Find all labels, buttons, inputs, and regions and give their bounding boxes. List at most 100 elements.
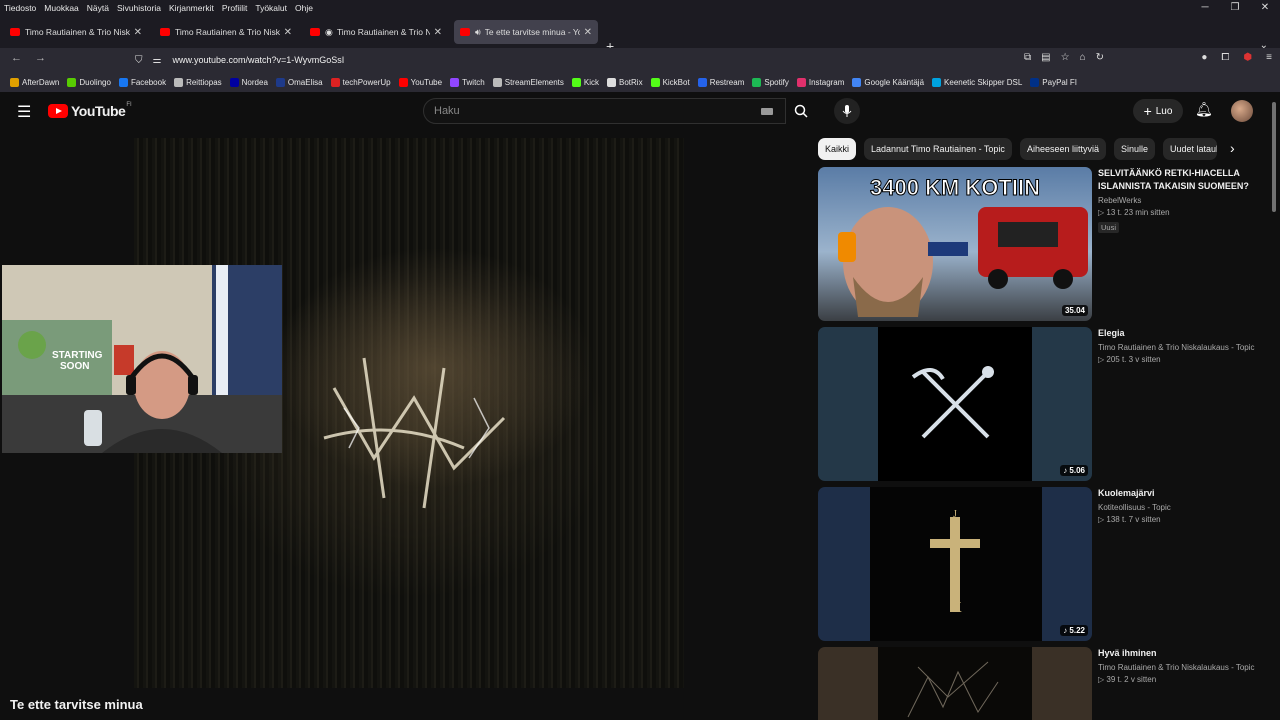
menu-history[interactable]: Sivuhistoria [113, 3, 165, 13]
speaker-icon[interactable]: 🔊︎ [475, 27, 481, 38]
bookmark-label: Twitch [462, 77, 485, 87]
browser-tab[interactable]: Timo Rautiainen & Trio Niskalaukaus ✕ [4, 20, 148, 44]
ublock-icon[interactable]: ⬢ [1243, 52, 1252, 63]
close-tab-icon[interactable]: ✕ [434, 27, 442, 38]
chip-uploaded-by[interactable]: Ladannut Timo Rautiainen - Topic [864, 138, 1012, 160]
site-permissions-icon[interactable]: ⚌ [153, 55, 162, 66]
bookmark-star-icon[interactable]: ☆ [1061, 52, 1070, 63]
reader-view-icon[interactable]: ▤ [1041, 52, 1050, 63]
bookmark-item[interactable]: Duolingo [67, 77, 111, 87]
duration-badge: ♪ 5.22 [1060, 625, 1088, 636]
back-icon[interactable]: ← [11, 52, 22, 64]
video-meta: ▷ 138 t. 7 v sitten [1098, 515, 1161, 524]
bookmark-item[interactable]: Instagram [796, 77, 844, 87]
recommendation-item[interactable]: J k ♪ 5.22 Kuolemajärvi Kotiteollisuus -… [818, 487, 1268, 641]
video-thumbnail[interactable] [818, 647, 1092, 720]
menu-tools[interactable]: Työkalut [251, 3, 291, 13]
menu-bookmarks[interactable]: Kirjanmerkit [165, 3, 218, 13]
video-thumbnail[interactable]: 3400 KM KOTIIN 35.04 [818, 167, 1092, 321]
bookmark-favicon-icon [229, 77, 239, 87]
reload-icon[interactable]: ↻ [1096, 52, 1104, 63]
bookmark-item[interactable]: Nordea [229, 77, 268, 87]
playing-audio-icon[interactable]: ◉ [325, 27, 333, 38]
starting-text: STARTING [52, 350, 103, 361]
video-thumbnail[interactable]: J k ♪ 5.22 [818, 487, 1092, 641]
bookmark-item[interactable]: BotRix [607, 77, 643, 87]
views-age: 205 t. 3 v sitten [1106, 355, 1161, 364]
chip-for-you[interactable]: Sinulle [1113, 138, 1156, 160]
close-tab-icon[interactable]: ✕ [134, 27, 142, 38]
tab-title: Timo Rautiainen & Trio Niskalaukaus [336, 27, 430, 37]
bookmark-item[interactable]: Keenetic Skipper DSL [932, 77, 1022, 87]
recommendation-item[interactable]: Hyvä ihminen Timo Rautiainen & Trio Nisk… [818, 647, 1268, 720]
chip-related[interactable]: Aiheeseen liittyviä [1019, 138, 1106, 160]
menu-file[interactable]: Tiedosto [0, 3, 40, 13]
recommendation-item[interactable]: 3400 KM KOTIIN 35.04 SELVITÄÄNKÖ RETKI-H… [818, 167, 1268, 321]
views-age: 138 t. 7 v sitten [1106, 515, 1161, 524]
home-icon[interactable]: ⌂ [1080, 52, 1086, 63]
youtube-logo[interactable]: YouTube FI [48, 102, 132, 119]
search-input[interactable]: Haku [423, 98, 786, 124]
recommendation-title[interactable]: Elegia [1098, 327, 1268, 340]
recommendation-title[interactable]: Kuolemajärvi [1098, 487, 1268, 500]
menu-hamburger-icon[interactable]: ≡ [1266, 52, 1272, 63]
bookmark-item[interactable]: StreamElements [492, 77, 564, 87]
tab-title: Timo Rautiainen & Trio Niskalaukaus [175, 27, 280, 37]
bookmark-item[interactable]: Restream [697, 77, 744, 87]
bookmark-favicon-icon [450, 77, 460, 87]
close-window-icon[interactable]: ✕ [1250, 0, 1280, 16]
search-icon [794, 104, 808, 118]
bookmark-item[interactable]: YouTube [398, 77, 442, 87]
browser-tab[interactable]: Timo Rautiainen & Trio Niskalaukaus ✕ [154, 20, 298, 44]
notifications-bell-icon[interactable]: 🔔︎ [1195, 101, 1213, 118]
channel-name[interactable]: Timo Rautiainen & Trio Niskalaukaus - To… [1098, 663, 1268, 672]
menu-help[interactable]: Ohje [291, 3, 317, 13]
bookmark-item[interactable]: Twitch [450, 77, 485, 87]
avatar[interactable] [1231, 100, 1253, 122]
restore-icon[interactable]: ❐ [1220, 0, 1250, 16]
duration-text: 5.22 [1069, 626, 1085, 635]
close-tab-icon[interactable]: ✕ [284, 27, 292, 38]
guide-menu-icon[interactable]: ☰ [17, 102, 31, 122]
channel-name[interactable]: RebelWerks [1098, 196, 1268, 205]
channel-name[interactable]: Kotiteollisuus - Topic [1098, 503, 1268, 512]
bookmark-item[interactable]: KickBot [650, 77, 690, 87]
shield-icon[interactable]: ⛉ [135, 55, 143, 66]
bookmark-item[interactable]: techPowerUp [330, 77, 391, 87]
bookmark-item[interactable]: PayPal FI [1030, 77, 1077, 87]
minimize-icon[interactable]: ─ [1190, 0, 1220, 16]
chips-next-chevron-icon[interactable]: › [1230, 140, 1235, 156]
channel-name[interactable]: Timo Rautiainen & Trio Niskalaukaus - To… [1098, 343, 1268, 352]
forward-icon[interactable]: → [35, 52, 46, 64]
create-button[interactable]: + Luo [1133, 99, 1183, 123]
bookmark-item[interactable]: Facebook [118, 77, 166, 87]
recommendation-title[interactable]: SELVITÄÄNKÖ RETKI-HIACELLA ISLANNISTA TA… [1098, 167, 1268, 193]
browser-tab[interactable]: ◉ Timo Rautiainen & Trio Niskalaukaus ✕ [304, 20, 448, 44]
bookmark-item[interactable]: AfterDawn [10, 77, 59, 87]
recommendation-title[interactable]: Hyvä ihminen [1098, 647, 1268, 660]
bookmark-item[interactable]: Reittiopas [174, 77, 222, 87]
bookmark-item[interactable]: Spotify [752, 77, 789, 87]
browser-tab-active[interactable]: 🔊︎ Te ette tarvitse minua - YouTube ✕ [454, 20, 598, 44]
tab-title: Te ette tarvitse minua - YouTube [484, 27, 580, 37]
search-button[interactable] [786, 98, 816, 124]
menu-profiles[interactable]: Profiilit [218, 3, 252, 13]
page-scrollbar[interactable] [1272, 102, 1276, 212]
bookmark-favicon-icon [697, 77, 707, 87]
chip-all[interactable]: Kaikki [818, 138, 857, 160]
bookmark-item[interactable]: Google Kääntäjä [852, 77, 924, 87]
translate-icon[interactable]: ⧉ [1024, 52, 1031, 63]
address-bar[interactable]: ⛉ ⚌ www.youtube.com/watch?v=1-WyvmGoSsI [130, 50, 1105, 70]
menu-edit[interactable]: Muokkaa [40, 3, 83, 13]
bookmark-item[interactable]: OmaElisa [275, 77, 323, 87]
video-thumbnail[interactable]: ♪ 5.06 [818, 327, 1092, 481]
keyboard-icon[interactable] [761, 108, 773, 115]
bookmark-item[interactable]: Kick [571, 77, 599, 87]
close-tab-icon[interactable]: ✕ [584, 27, 592, 38]
chip-recent-uploads[interactable]: Uudet lataukset [1163, 138, 1218, 160]
menu-view[interactable]: Näytä [83, 3, 113, 13]
account-icon[interactable]: ● [1201, 52, 1207, 63]
recommendation-item[interactable]: ♪ 5.06 Elegia Timo Rautiainen & Trio Nis… [818, 327, 1268, 481]
voice-search-button[interactable] [834, 98, 860, 124]
extensions-icon[interactable]: ⧠ [1221, 52, 1229, 63]
